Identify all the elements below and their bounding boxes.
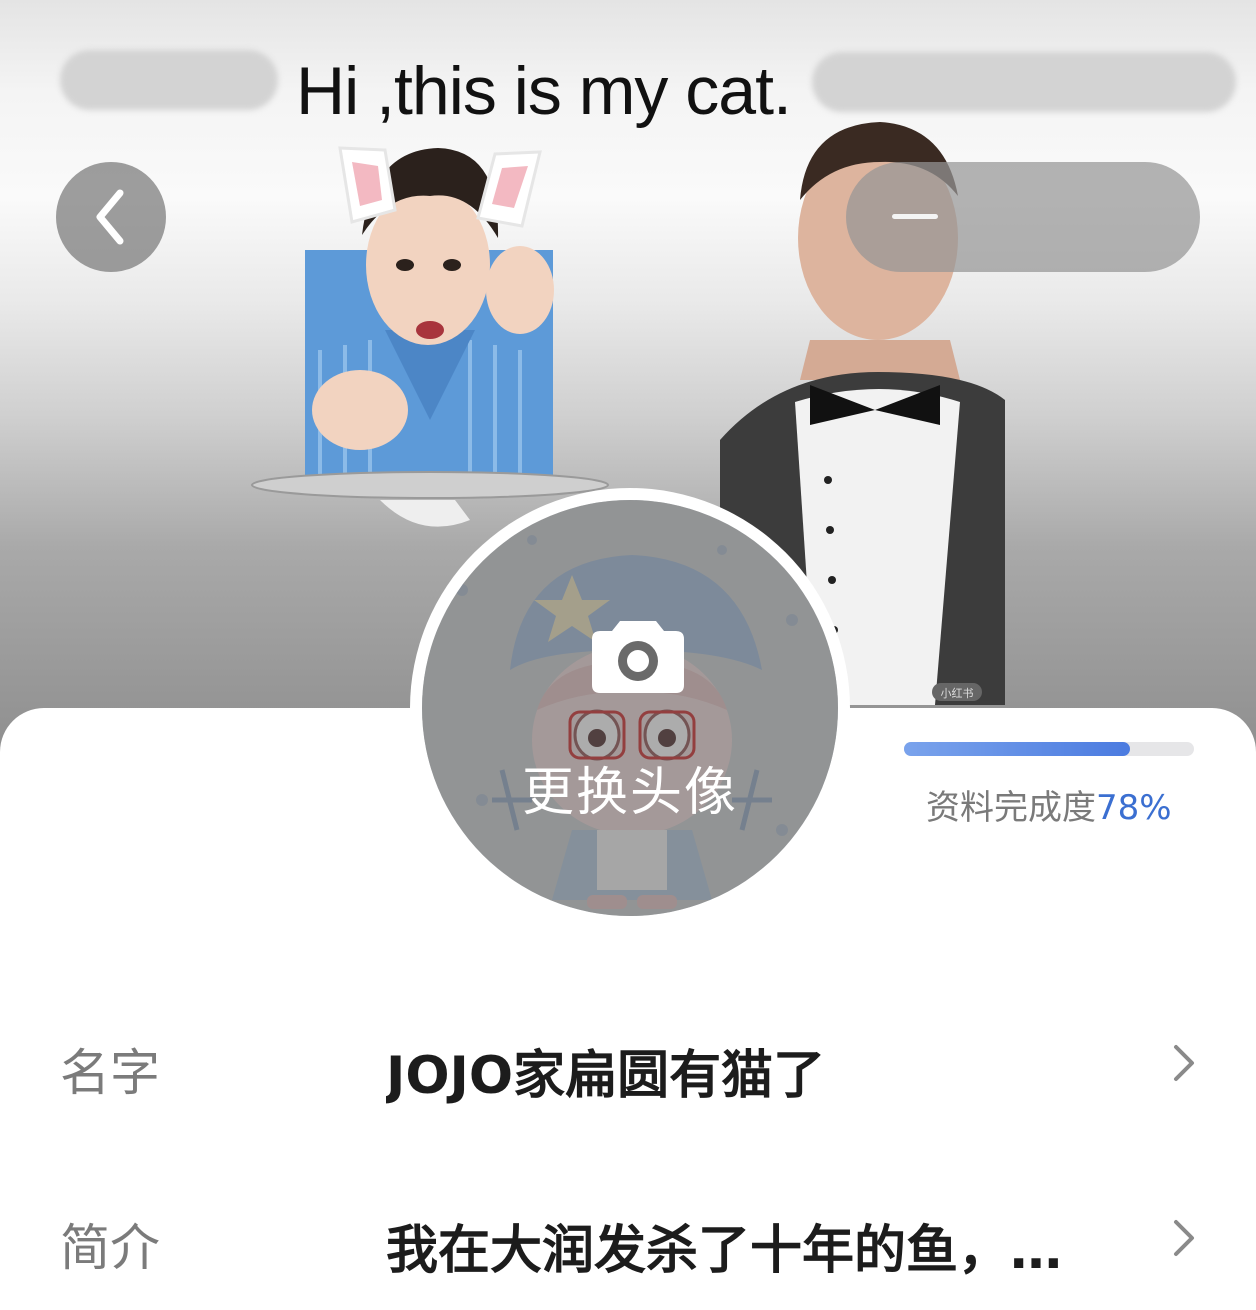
bio-row[interactable]: 简介 我在大润发杀了十年的鱼，… <box>0 1160 1256 1310</box>
change-avatar-label: 更换头像 <box>521 763 738 823</box>
name-row[interactable]: 名字 JOJO家扁圆有猫了 <box>0 985 1256 1135</box>
blurred-action-button[interactable] <box>846 162 1200 272</box>
change-avatar-button[interactable]: 更换头像 <box>410 488 850 928</box>
completion-percent: 78% <box>1096 788 1172 828</box>
name-value: JOJO家扁圆有猫了 <box>386 1046 826 1106</box>
chevron-left-icon <box>96 189 124 245</box>
profile-completion-fill <box>904 742 1131 756</box>
bio-value: 我在大润发杀了十年的鱼，… <box>386 1221 1063 1281</box>
bio-label: 简介 <box>60 1219 160 1277</box>
avatar-dim-overlay <box>422 500 838 916</box>
chevron-right-icon <box>1174 1045 1194 1081</box>
name-label: 名字 <box>60 1044 160 1102</box>
chevron-right-icon <box>1174 1220 1194 1256</box>
meme-caption-text: Hi ,this is my cat. <box>296 53 792 129</box>
back-button[interactable] <box>56 162 166 272</box>
camera-icon <box>592 621 684 693</box>
avatar: 更换头像 <box>422 500 838 916</box>
watermark-text: 小红书 <box>941 687 974 700</box>
dash-icon <box>892 214 938 219</box>
completion-label: 资料完成度 <box>926 788 1096 828</box>
profile-completion-text: 资料完成度78% <box>926 780 1172 829</box>
profile-completion-bar <box>904 742 1194 756</box>
